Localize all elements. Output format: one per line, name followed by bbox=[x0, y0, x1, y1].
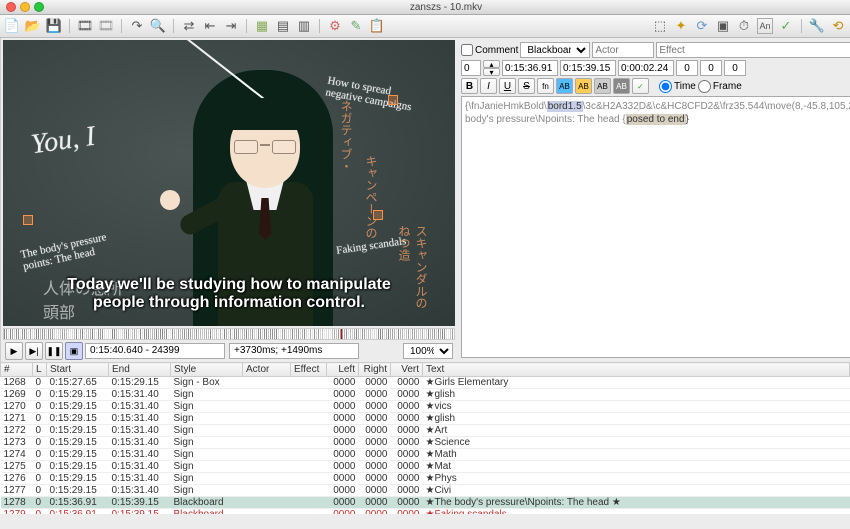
frame-label: Frame bbox=[713, 81, 742, 92]
effect-input[interactable] bbox=[656, 42, 850, 58]
clipboard-icon[interactable]: 📋 bbox=[369, 18, 385, 34]
table-row[interactable]: 127800:15:36.910:15:39.15Blackboard00000… bbox=[1, 497, 850, 509]
spellcheck-icon[interactable]: ✓ bbox=[778, 18, 794, 34]
underline-button[interactable]: U bbox=[499, 78, 516, 94]
snap-start-icon[interactable]: ⇤ bbox=[202, 18, 218, 34]
col-header[interactable]: Right bbox=[359, 363, 391, 377]
margin-v-input[interactable] bbox=[724, 60, 746, 76]
audio-waveform[interactable] bbox=[3, 328, 455, 340]
jump-icon[interactable]: ↷ bbox=[129, 18, 145, 34]
comment-checkbox[interactable] bbox=[461, 44, 473, 56]
maximize-button[interactable] bbox=[34, 2, 44, 12]
col-header[interactable]: Actor bbox=[243, 363, 291, 377]
col-header[interactable]: Effect bbox=[291, 363, 327, 377]
color3-button[interactable]: AB bbox=[594, 78, 611, 94]
autoscroll-button[interactable]: ▣ bbox=[65, 342, 83, 360]
table-row[interactable]: 127100:15:29.150:15:31.40Sign00000000000… bbox=[1, 413, 850, 425]
time-display: 0:15:40.640 - 24399 bbox=[85, 343, 225, 359]
table-row[interactable]: 127300:15:29.150:15:31.40Sign00000000000… bbox=[1, 437, 850, 449]
col-header[interactable]: # bbox=[1, 363, 33, 377]
col-header[interactable]: Vert bbox=[391, 363, 423, 377]
video-close-icon[interactable]: 🎞 bbox=[98, 18, 114, 34]
titlebar: zanszs - 10.mkv bbox=[0, 0, 850, 15]
video-open-icon[interactable]: 🎞 bbox=[77, 18, 93, 34]
table-row[interactable]: 126900:15:29.150:15:31.40Sign00000000000… bbox=[1, 389, 850, 401]
attach-icon[interactable]: ▤ bbox=[275, 18, 291, 34]
subtitle-overlay: Today we'll be studying how to manipulat… bbox=[3, 276, 455, 312]
layer-down[interactable]: ▾ bbox=[483, 68, 500, 76]
main-toolbar: 📄 📂 💾 🎞 🎞 ↷ 🔍 ⇄ ⇤ ⇥ ▦ ▤ ▥ ⚙ ✎ 📋 ⬚ ✦ ⟳ ▣ … bbox=[0, 15, 850, 38]
resample-icon[interactable]: ▣ bbox=[715, 18, 731, 34]
table-row[interactable]: 127200:15:29.150:15:31.40Sign00000000000… bbox=[1, 425, 850, 437]
strike-button[interactable]: S bbox=[518, 78, 535, 94]
style-select[interactable]: Blackboard bbox=[520, 42, 590, 58]
cycle-icon[interactable]: ⟲ bbox=[830, 18, 846, 34]
table-row[interactable]: 127400:15:29.150:15:31.40Sign00000000000… bbox=[1, 449, 850, 461]
time-radio[interactable] bbox=[659, 80, 672, 93]
translation-icon[interactable]: ✦ bbox=[673, 18, 689, 34]
options-icon[interactable]: 🔧 bbox=[809, 18, 825, 34]
col-header[interactable]: Start bbox=[47, 363, 109, 377]
font-button[interactable]: fn bbox=[537, 78, 554, 94]
end-time-input[interactable] bbox=[560, 60, 616, 76]
close-button[interactable] bbox=[6, 2, 16, 12]
styling-icon[interactable]: ⟳ bbox=[694, 18, 710, 34]
col-header[interactable]: Style bbox=[171, 363, 243, 377]
bold-button[interactable]: B bbox=[461, 78, 478, 94]
fonts-icon[interactable]: ▥ bbox=[296, 18, 312, 34]
assdraw-icon[interactable]: ✎ bbox=[348, 18, 364, 34]
margin-l-input[interactable] bbox=[676, 60, 698, 76]
edit-panel: Comment Blackboard ▴▾ B I U S fn AB AB A… bbox=[457, 38, 850, 362]
kanji-icon[interactable]: An bbox=[757, 18, 773, 34]
commit-button[interactable]: ✓ bbox=[632, 78, 649, 94]
color4-button[interactable]: AB bbox=[613, 78, 630, 94]
actor-input[interactable] bbox=[592, 42, 654, 58]
drag-handle[interactable] bbox=[388, 95, 398, 105]
window-title: zanszs - 10.mkv bbox=[48, 2, 844, 13]
styles-icon[interactable]: ▦ bbox=[254, 18, 270, 34]
save-icon[interactable]: 💾 bbox=[46, 18, 62, 34]
new-icon[interactable]: 📄 bbox=[4, 18, 20, 34]
select-icon[interactable]: ⬚ bbox=[652, 18, 668, 34]
play-line-button[interactable]: ▶| bbox=[25, 342, 43, 360]
subtitle-text-input[interactable]: {\fnJanieHmkBold\bord1.5\3c&H2A332D&\c&H… bbox=[461, 96, 850, 358]
italic-button[interactable]: I bbox=[480, 78, 497, 94]
table-row[interactable]: 127000:15:29.150:15:31.40Sign00000000000… bbox=[1, 401, 850, 413]
open-icon[interactable]: 📂 bbox=[25, 18, 41, 34]
table-row[interactable]: 126800:15:27.650:15:29.15Sign - Box00000… bbox=[1, 377, 850, 389]
margin-r-input[interactable] bbox=[700, 60, 722, 76]
play-button[interactable]: ▶ bbox=[5, 342, 23, 360]
shift-display: +3730ms; +1490ms bbox=[229, 343, 359, 359]
start-time-input[interactable] bbox=[502, 60, 558, 76]
col-header[interactable]: L bbox=[33, 363, 47, 377]
col-header[interactable]: Left bbox=[327, 363, 359, 377]
shift-icon[interactable]: ⇄ bbox=[181, 18, 197, 34]
automation-icon[interactable]: ⚙ bbox=[327, 18, 343, 34]
table-row[interactable]: 127700:15:29.150:15:31.40Sign00000000000… bbox=[1, 485, 850, 497]
minimize-button[interactable] bbox=[20, 2, 30, 12]
zoom-select[interactable]: 100% bbox=[403, 343, 453, 359]
table-row[interactable]: 127600:15:29.150:15:31.40Sign00000000000… bbox=[1, 473, 850, 485]
zoom-icon[interactable]: 🔍 bbox=[150, 18, 166, 34]
col-header[interactable]: End bbox=[109, 363, 171, 377]
layer-input[interactable] bbox=[461, 60, 481, 76]
duration-input[interactable] bbox=[618, 60, 674, 76]
table-row[interactable]: 127900:15:36.910:15:39.15Blackboard00000… bbox=[1, 509, 850, 515]
color2-button[interactable]: AB bbox=[575, 78, 592, 94]
comment-label: Comment bbox=[475, 45, 518, 56]
playback-controls: ▶ ▶| ❚❚ ▣ 0:15:40.640 - 24399 +3730ms; +… bbox=[1, 340, 457, 362]
time-label: Time bbox=[674, 81, 696, 92]
timing-icon[interactable]: ⏱ bbox=[736, 18, 752, 34]
snap-end-icon[interactable]: ⇥ bbox=[223, 18, 239, 34]
subtitle-grid[interactable]: #LStartEndStyleActorEffectLeftRightVertT… bbox=[0, 362, 850, 514]
col-header[interactable]: Text bbox=[423, 363, 850, 377]
drag-handle[interactable] bbox=[23, 215, 33, 225]
frame-radio[interactable] bbox=[698, 80, 711, 93]
video-preview[interactable]: You, I The body's pressure points: The h… bbox=[3, 40, 455, 326]
color1-button[interactable]: AB bbox=[556, 78, 573, 94]
table-row[interactable]: 127500:15:29.150:15:31.40Sign00000000000… bbox=[1, 461, 850, 473]
pause-button[interactable]: ❚❚ bbox=[45, 342, 63, 360]
